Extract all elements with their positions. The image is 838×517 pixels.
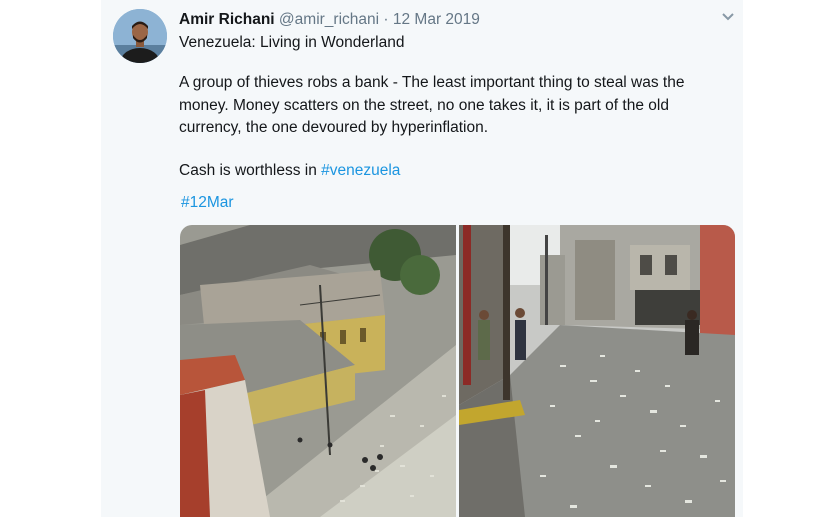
hashtag-venezuela-link[interactable]: #venezuela xyxy=(321,162,400,179)
media-photo-left[interactable] xyxy=(180,225,456,517)
tweet-subtitle: Venezuela: Living in Wonderland xyxy=(179,34,405,51)
tweet-media[interactable] xyxy=(180,225,735,517)
chevron-down-icon[interactable] xyxy=(721,10,735,24)
tweet-paragraph-1: A group of thieves robs a bank - The lea… xyxy=(179,74,685,136)
hashtag-12mar-link[interactable]: #12Mar xyxy=(181,194,234,211)
tweet-header: Amir Richani @amir_richani · 12 Mar 2019 xyxy=(179,10,480,30)
tweet-date[interactable]: 12 Mar 2019 xyxy=(393,11,480,28)
separator: · xyxy=(383,11,389,28)
author-name[interactable]: Amir Richani xyxy=(179,11,275,28)
media-photo-right[interactable] xyxy=(459,225,735,517)
tweet-text: A group of thieves robs a bank - The lea… xyxy=(179,72,729,182)
paragraph-2-text: Cash is worthless in xyxy=(179,161,322,179)
avatar[interactable] xyxy=(113,9,167,63)
tweet-paragraph-2: Cash is worthless in #venezuela xyxy=(179,160,729,183)
author-handle[interactable]: @amir_richani xyxy=(279,11,379,28)
tweet-card: Amir Richani @amir_richani · 12 Mar 2019… xyxy=(101,0,743,517)
